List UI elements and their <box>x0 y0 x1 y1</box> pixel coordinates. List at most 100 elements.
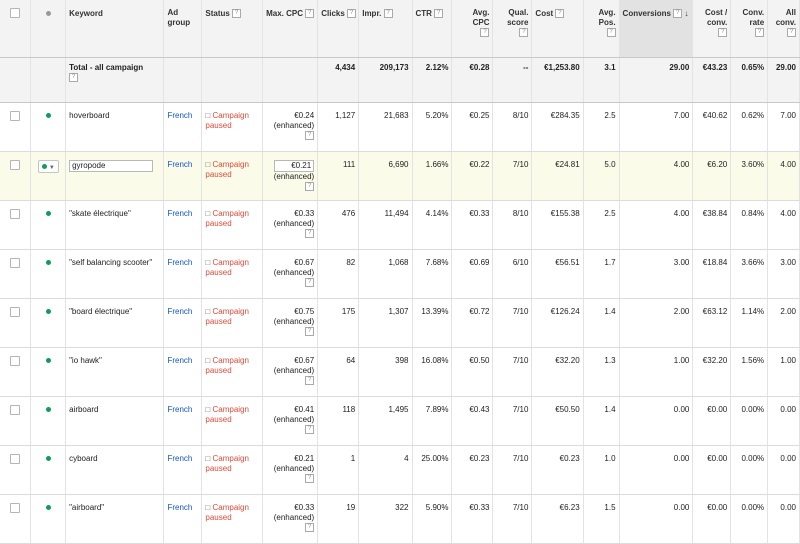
table-row[interactable]: "airboard" French □ Campaign paused €0.33 (en… <box>0 494 800 544</box>
col-ctr[interactable]: CTR ? <box>412 0 453 58</box>
help-icon[interactable]: ? <box>232 9 242 19</box>
speech-bubble-icon[interactable]: □ <box>205 405 210 414</box>
row-checkbox[interactable] <box>0 200 32 250</box>
help-icon[interactable]: ? <box>480 28 490 38</box>
col-impr[interactable]: Impr. ? <box>358 0 413 58</box>
enabled-dot-icon[interactable] <box>45 358 51 363</box>
speech-bubble-icon[interactable]: □ <box>205 356 210 365</box>
help-icon[interactable]: ? <box>755 28 765 38</box>
help-icon[interactable]: ? <box>434 9 444 19</box>
enabled-dot-icon[interactable] <box>45 211 51 216</box>
ad-group-link[interactable]: French <box>167 503 192 512</box>
max-cpc-cell[interactable]: €0.67 (enhanced)? <box>262 249 319 299</box>
keyword-text[interactable]: "skate électrique" <box>69 209 131 218</box>
ad-group-link[interactable]: French <box>167 258 192 267</box>
enabled-dot-icon[interactable] <box>45 456 51 461</box>
ad-group-link[interactable]: French <box>167 454 192 463</box>
help-icon[interactable]: ? <box>305 131 315 141</box>
col-cost-conv[interactable]: Cost / conv.? <box>692 0 732 58</box>
speech-bubble-icon[interactable]: □ <box>205 111 210 120</box>
enabled-dot-icon[interactable] <box>45 407 51 412</box>
table-row[interactable]: "self balancing scooter" French □ Campaign… <box>0 249 800 299</box>
enabled-dot-icon[interactable] <box>45 260 51 265</box>
keyword-text[interactable]: "airboard" <box>69 503 104 512</box>
keyword-text[interactable]: cyboard <box>69 454 97 463</box>
row-checkbox[interactable] <box>0 396 32 446</box>
table-row[interactable]: airboard French □ Campaign paused €0.41 (enha… <box>0 396 800 446</box>
row-checkbox[interactable] <box>0 445 32 495</box>
max-cpc-value[interactable]: €0.21 <box>294 454 314 463</box>
max-cpc-cell[interactable]: €0.67 (enhanced)? <box>262 347 319 397</box>
keyword-cell[interactable]: "airboard" <box>65 494 165 544</box>
ad-group-cell[interactable]: French <box>163 102 203 152</box>
max-cpc-value[interactable]: €0.24 <box>294 111 314 120</box>
table-row[interactable]: ▼ gyropode French □ Campaign paused €0.21 (enh… <box>0 151 800 201</box>
col-cost[interactable]: Cost ? <box>531 0 584 58</box>
help-icon[interactable]: ? <box>305 376 315 386</box>
speech-bubble-icon[interactable]: □ <box>205 160 210 169</box>
help-icon[interactable]: ? <box>305 9 315 19</box>
ad-group-link[interactable]: French <box>167 160 192 169</box>
ad-group-link[interactable]: French <box>167 307 192 316</box>
row-status-dot[interactable] <box>30 445 67 495</box>
help-icon[interactable]: ? <box>305 182 315 192</box>
help-icon[interactable]: ? <box>69 73 79 83</box>
table-row[interactable]: "io hawk" French □ Campaign paused €0.67 (enh… <box>0 347 800 397</box>
help-icon[interactable]: ? <box>383 9 393 19</box>
help-icon[interactable]: ? <box>305 229 315 239</box>
help-icon[interactable]: ? <box>347 9 357 19</box>
col-all-conv[interactable]: All conv.? <box>767 0 800 58</box>
row-checkbox[interactable] <box>0 298 32 348</box>
help-icon[interactable]: ? <box>305 523 315 533</box>
speech-bubble-icon[interactable]: □ <box>205 258 210 267</box>
ad-group-cell[interactable]: French <box>163 347 203 397</box>
col-conv-rate[interactable]: Conv. rate? <box>730 0 769 58</box>
max-cpc-cell[interactable]: €0.21 (enhanced)? <box>262 445 319 495</box>
max-cpc-cell[interactable]: €0.41 (enhanced)? <box>262 396 319 446</box>
help-icon[interactable]: ? <box>305 425 315 435</box>
keyword-cell[interactable]: "self balancing scooter" <box>65 249 165 299</box>
col-status[interactable]: Status ? <box>201 0 263 58</box>
help-icon[interactable]: ? <box>519 28 529 38</box>
row-status-dot[interactable] <box>30 396 67 446</box>
speech-bubble-icon[interactable]: □ <box>205 307 210 316</box>
max-cpc-value[interactable]: €0.67 <box>294 356 314 365</box>
col-ad-group[interactable]: Ad group <box>163 0 203 58</box>
row-checkbox[interactable] <box>0 494 32 544</box>
keyword-text[interactable]: "board électrique" <box>69 307 132 316</box>
col-avg-cpc[interactable]: Avg. CPC? <box>451 0 494 58</box>
enabled-dot-icon[interactable] <box>45 309 51 314</box>
max-cpc-cell[interactable]: €0.75 (enhanced)? <box>262 298 319 348</box>
keyword-cell[interactable]: gyropode <box>65 151 165 201</box>
help-icon[interactable]: ? <box>305 278 315 288</box>
help-icon[interactable]: ? <box>673 9 683 19</box>
col-conversions[interactable]: Conversions ? ↓ <box>619 0 694 58</box>
table-row[interactable]: hoverboard French □ Campaign paused €0.24 (en… <box>0 102 800 152</box>
keyword-text[interactable]: "io hawk" <box>69 356 102 365</box>
ad-group-cell[interactable]: French <box>163 298 203 348</box>
speech-bubble-icon[interactable]: □ <box>205 503 210 512</box>
speech-bubble-icon[interactable]: □ <box>205 209 210 218</box>
max-cpc-value[interactable]: €0.33 <box>294 503 314 512</box>
max-cpc-value[interactable]: €0.75 <box>294 307 314 316</box>
max-cpc-value[interactable]: €0.67 <box>294 258 314 267</box>
max-cpc-cell[interactable]: €0.33 (enhanced)? <box>262 494 319 544</box>
max-cpc-cell[interactable]: €0.24 (enhanced)? <box>262 102 319 152</box>
help-icon[interactable]: ? <box>787 28 796 38</box>
table-row[interactable]: "skate électrique" French □ Campaign paused… <box>0 200 800 250</box>
row-checkbox[interactable] <box>0 151 32 201</box>
ad-group-cell[interactable]: French <box>163 396 203 446</box>
keyword-text[interactable]: airboard <box>69 405 98 414</box>
table-row[interactable]: cyboard French □ Campaign paused €0.21 (enhan… <box>0 445 800 495</box>
max-cpc-value[interactable]: €0.33 <box>294 209 314 218</box>
row-status-dot[interactable] <box>30 347 67 397</box>
keyword-cell[interactable]: cyboard <box>65 445 165 495</box>
row-status-dot[interactable]: ▼ <box>30 151 67 201</box>
help-icon[interactable]: ? <box>305 474 315 484</box>
status-dot-header[interactable] <box>30 0 67 58</box>
row-status-dot[interactable] <box>30 494 67 544</box>
ad-group-cell[interactable]: French <box>163 494 203 544</box>
ad-group-link[interactable]: French <box>167 405 192 414</box>
keyword-text[interactable]: "self balancing scooter" <box>69 258 152 267</box>
max-cpc-cell[interactable]: €0.21 (enhanced)? <box>262 151 319 201</box>
